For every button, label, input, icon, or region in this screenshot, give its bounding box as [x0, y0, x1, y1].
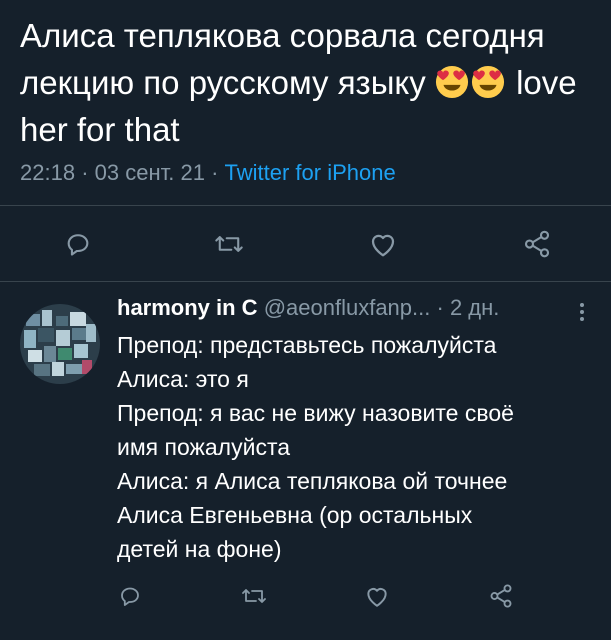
- avatar-image: [20, 304, 100, 384]
- share-icon[interactable]: [488, 583, 514, 609]
- reply-icon[interactable]: [118, 584, 142, 608]
- reply-icon[interactable]: [64, 230, 92, 258]
- heart-eyes-emoji: [435, 65, 468, 99]
- avatar[interactable]: [20, 304, 100, 384]
- reply-tweet[interactable]: harmony in C @aeonfluxfanp... · 2 дн. Пр…: [0, 282, 611, 640]
- reply-header: harmony in C @aeonfluxfanp... · 2 дн.: [117, 295, 499, 321]
- like-icon[interactable]: [364, 584, 390, 608]
- more-options-icon[interactable]: [578, 300, 586, 324]
- meta-separator: ·: [211, 160, 219, 185]
- share-icon[interactable]: [522, 229, 552, 259]
- reply-text: Препод: представьтесь пожалуйста Алиса: …: [117, 328, 597, 566]
- retweet-icon[interactable]: [214, 230, 244, 258]
- tweet-meta: 22:18 · 03 сент. 21 · Twitter for iPhone: [20, 160, 396, 186]
- reply-text-line: Препод: представьтесь пожалуйста: [117, 332, 497, 358]
- meta-separator: ·: [81, 160, 89, 185]
- like-icon[interactable]: [368, 230, 398, 258]
- tweet-source-link[interactable]: Twitter for iPhone: [225, 160, 396, 185]
- reply-text-line: имя пожалуйста: [117, 434, 291, 460]
- reply-text-line: детей на фоне): [117, 536, 282, 562]
- reply-time[interactable]: 2 дн.: [450, 295, 499, 320]
- divider: [0, 205, 611, 206]
- tweet-time: 22:18: [20, 160, 76, 185]
- tweet-text: Алиса теплякова сорвала сегодня лекцию п…: [20, 12, 600, 153]
- reply-text-line: Алиса: я Алиса теплякова ой точнее: [117, 468, 508, 494]
- reply-author-name[interactable]: harmony in C: [117, 295, 258, 320]
- reply-text-line: Препод: я вас не вижу назовите своё: [117, 400, 514, 426]
- reply-author-handle[interactable]: @aeonfluxfanp...: [264, 295, 431, 320]
- tweet-date: 03 сент. 21: [94, 160, 205, 185]
- heart-eyes-emoji: [471, 65, 504, 99]
- reply-text-line: Алиса: это я: [117, 366, 249, 392]
- header-separator: ·: [436, 295, 444, 320]
- retweet-icon[interactable]: [241, 584, 267, 608]
- reply-text-line: Алиса Евгеньевна (ор остальных: [117, 502, 473, 528]
